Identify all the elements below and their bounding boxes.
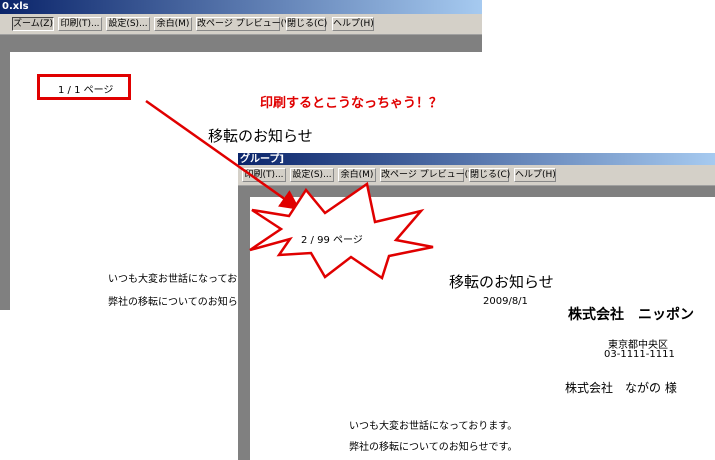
- starburst-highlight: [249, 181, 434, 280]
- page-indicator: 2 / 99 ページ: [301, 235, 363, 246]
- pointer-arrow: [145, 99, 301, 210]
- annotation-overlay: 2 / 99 ページ: [145, 99, 434, 280]
